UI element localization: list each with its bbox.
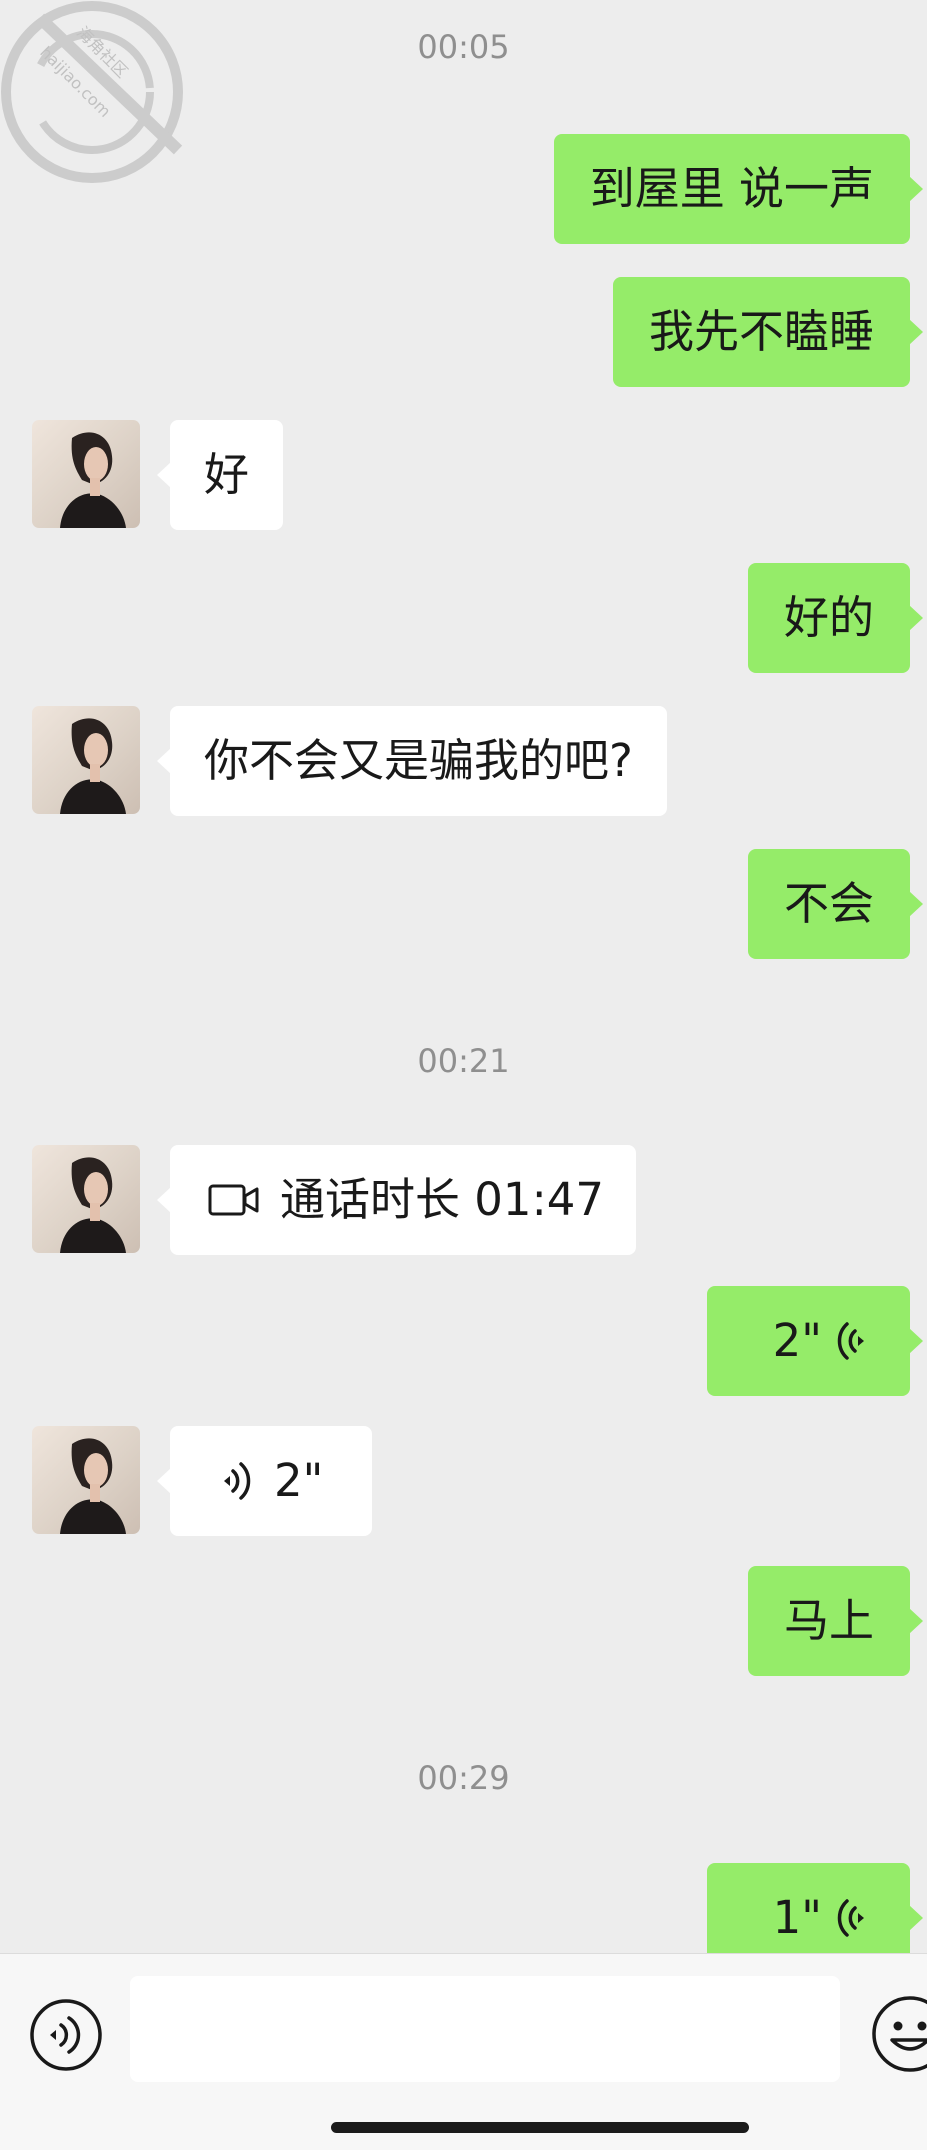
timestamp: 00:29 — [417, 1759, 510, 1797]
timestamp: 00:21 — [417, 1042, 510, 1080]
message-text: 我先不瞌睡 — [648, 305, 874, 358]
input-bar — [0, 1953, 927, 2150]
voice-input-icon[interactable] — [28, 1997, 104, 2073]
voice-wave-icon — [837, 1899, 864, 1937]
chat-area[interactable]: 海角社区 haijiao.com 00:05 到屋里 说一声 我先不瞌睡 好 好… — [0, 0, 927, 1953]
timestamp: 00:05 — [417, 28, 510, 66]
message-bubble[interactable]: 我先不瞌睡 — [612, 277, 924, 387]
avatar[interactable] — [32, 1426, 140, 1534]
voice-duration: 2" — [274, 1454, 324, 1507]
video-call-bubble[interactable]: 通话时长 01:47 — [157, 1145, 636, 1255]
home-indicator[interactable] — [331, 2122, 749, 2133]
message-text: 好的 — [783, 591, 874, 644]
message-bubble[interactable]: 你不会又是骗我的吧? — [157, 706, 667, 816]
message-bubble[interactable]: 到屋里 说一声 — [553, 134, 924, 244]
message-bubble[interactable]: 马上 — [747, 1566, 924, 1676]
voice-message-bubble[interactable]: 1" — [707, 1863, 923, 1953]
message-input[interactable] — [130, 1976, 840, 2082]
avatar-image — [60, 432, 126, 528]
emoji-icon[interactable] — [870, 1994, 927, 2074]
voice-wave-icon — [224, 1462, 251, 1500]
avatar-image — [60, 1157, 126, 1253]
message-text: 马上 — [783, 1594, 874, 1647]
message-text: 你不会又是骗我的吧? — [204, 734, 633, 787]
voice-duration: 1" — [772, 1891, 822, 1944]
voice-duration: 2" — [772, 1314, 822, 1367]
message-text: 好 — [204, 448, 250, 501]
message-text: 不会 — [783, 877, 874, 930]
message-bubble[interactable]: 好 — [156, 420, 284, 530]
video-camera-icon — [208, 1184, 259, 1216]
avatar[interactable] — [32, 1145, 140, 1253]
avatar-image — [60, 718, 126, 814]
avatar[interactable] — [32, 420, 140, 528]
voice-wave-icon — [837, 1322, 864, 1360]
message-bubble[interactable]: 不会 — [747, 849, 924, 959]
avatar-image — [60, 1438, 126, 1534]
voice-message-bubble[interactable]: 2" — [157, 1426, 372, 1536]
voice-message-bubble[interactable]: 2" — [707, 1286, 923, 1396]
call-duration-text: 通话时长 01:47 — [280, 1173, 604, 1226]
avatar[interactable] — [32, 706, 140, 814]
message-bubble[interactable]: 好的 — [747, 563, 924, 673]
message-text: 到屋里 说一声 — [589, 162, 874, 215]
